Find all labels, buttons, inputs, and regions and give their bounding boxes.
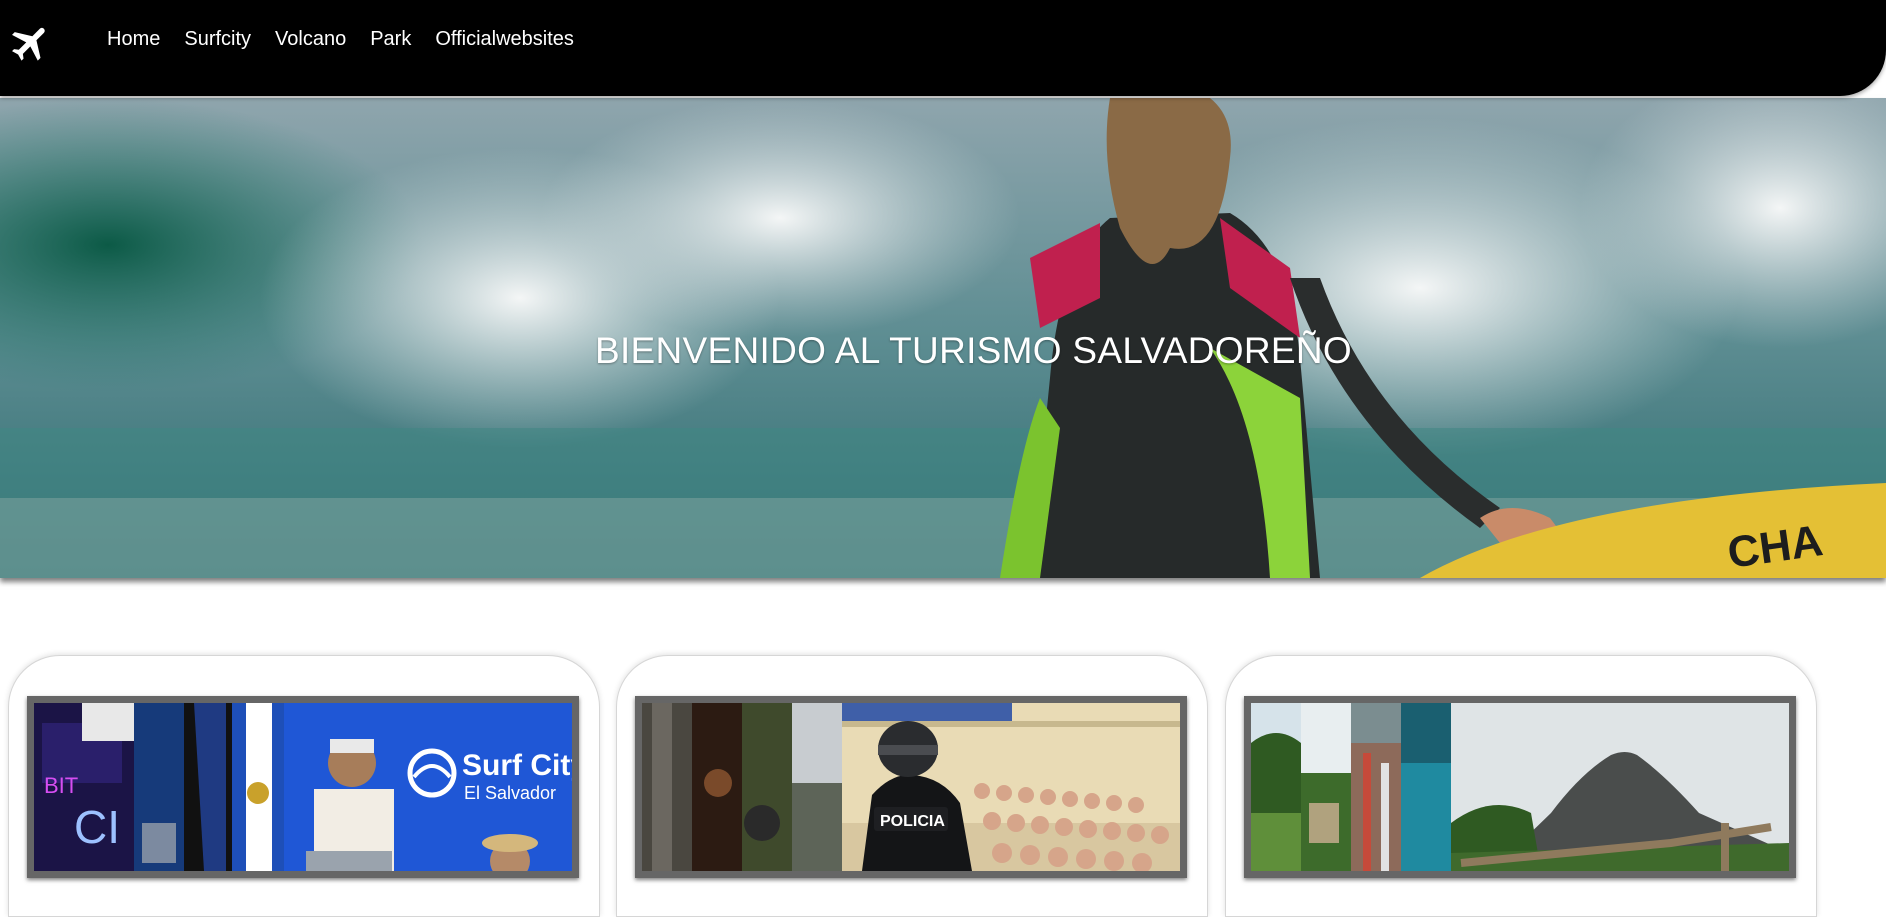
hero-title: BIENVENIDO AL TURISMO SALVADOREÑO xyxy=(595,330,1352,371)
card-image-surf-city[interactable]: BIT CI Surf City El Salvador xyxy=(27,696,579,878)
police-vest-label: POLICIA xyxy=(880,813,945,830)
surf-city-banner-title: Surf City xyxy=(462,749,572,782)
neon-sign-text-2: CI xyxy=(74,801,120,853)
nav-link-surfcity[interactable]: Surfcity xyxy=(184,23,251,55)
airplane-icon[interactable] xyxy=(8,20,54,66)
card-volcano xyxy=(1225,655,1817,917)
card-security: POLICIA xyxy=(616,655,1208,917)
nav-link-officialwebsites[interactable]: Officialwebsites xyxy=(435,23,574,55)
neon-sign-text: BIT xyxy=(44,773,78,798)
card-image-security[interactable]: POLICIA xyxy=(635,696,1187,878)
nav-links: Home Surfcity Volcano Park Officialwebsi… xyxy=(107,23,598,55)
surf-city-banner-subtitle: El Salvador xyxy=(464,783,556,803)
nav-link-home[interactable]: Home xyxy=(107,23,160,55)
card-surf-city: BIT CI Surf City El Salvador xyxy=(8,655,600,917)
nav-link-park[interactable]: Park xyxy=(370,23,411,55)
top-navbar: Home Surfcity Volcano Park Officialwebsi… xyxy=(0,0,1886,96)
hero-banner: CHA BIENVENIDO AL TURISMO SALVADOREÑO xyxy=(0,98,1886,578)
nav-link-volcano[interactable]: Volcano xyxy=(275,23,346,55)
card-image-volcano[interactable] xyxy=(1244,696,1796,878)
